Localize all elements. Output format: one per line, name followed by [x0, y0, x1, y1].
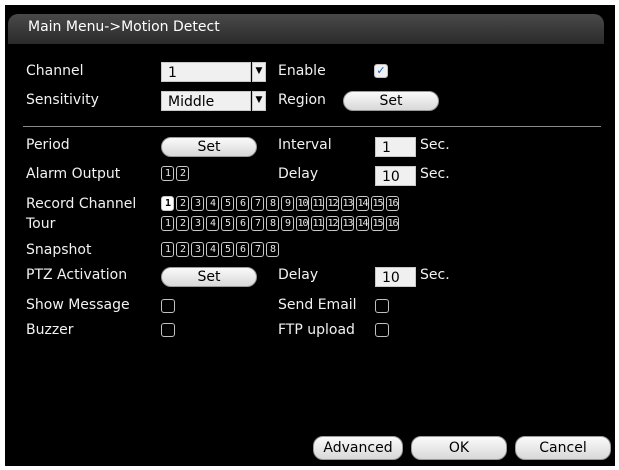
send-email-label: Send Email — [278, 297, 357, 313]
checkmark-icon: ✓ — [376, 64, 386, 77]
enable-checkbox[interactable]: ✓ — [374, 64, 388, 78]
tour-channel-3[interactable]: 3 — [191, 216, 204, 231]
buzzer-label: Buzzer — [26, 322, 74, 338]
alarm-output-2[interactable]: 2 — [176, 166, 189, 181]
snapshot-channel-4[interactable]: 4 — [206, 242, 219, 257]
record-channel-9[interactable]: 9 — [281, 196, 294, 211]
period-set-button[interactable]: Set — [161, 137, 257, 157]
record-channel-14[interactable]: 14 — [356, 196, 369, 211]
chevron-down-icon[interactable]: ▼ — [252, 91, 266, 111]
alarm-output-1[interactable]: 1 — [161, 166, 174, 181]
cancel-button[interactable]: Cancel — [515, 436, 611, 460]
advanced-button[interactable]: Advanced — [313, 436, 403, 460]
buzzer-checkbox[interactable] — [161, 323, 175, 337]
tour-channel-14[interactable]: 14 — [356, 216, 369, 231]
tour-channel-11[interactable]: 11 — [311, 216, 324, 231]
record-channel-11[interactable]: 11 — [311, 196, 324, 211]
tour-channel-2[interactable]: 2 — [176, 216, 189, 231]
snapshot-channel-list: 12345678 — [161, 242, 279, 257]
tour-channel-6[interactable]: 6 — [236, 216, 249, 231]
snapshot-channel-3[interactable]: 3 — [191, 242, 204, 257]
ptz-delay-input[interactable]: 10 — [375, 267, 416, 287]
ptz-delay-unit: Sec. — [420, 267, 450, 283]
record-channel-12[interactable]: 12 — [326, 196, 339, 211]
record-channel-4[interactable]: 4 — [206, 196, 219, 211]
record-channel-label: Record Channel — [26, 196, 137, 212]
snapshot-channel-7[interactable]: 7 — [251, 242, 264, 257]
tour-channel-16[interactable]: 16 — [386, 216, 399, 231]
show-message-checkbox[interactable] — [161, 299, 175, 313]
snapshot-channel-5[interactable]: 5 — [221, 242, 234, 257]
sensitivity-label: Sensitivity — [26, 92, 99, 108]
record-channel-5[interactable]: 5 — [221, 196, 234, 211]
snapshot-channel-8[interactable]: 8 — [266, 242, 279, 257]
ptz-delay-label: Delay — [278, 267, 319, 283]
ptz-activation-label: PTZ Activation — [26, 267, 128, 283]
snapshot-label: Snapshot — [26, 242, 92, 258]
send-email-checkbox[interactable] — [375, 299, 389, 313]
tour-channel-list: 1 2 3 4 5 6 7 8 9 10 11 12 13 14 15 16 — [161, 216, 399, 231]
region-set-button[interactable]: Set — [343, 91, 439, 111]
ptz-set-button[interactable]: Set — [161, 267, 257, 287]
record-channel-8[interactable]: 8 — [266, 196, 279, 211]
ok-button[interactable]: OK — [411, 436, 507, 460]
tour-channel-4[interactable]: 4 — [206, 216, 219, 231]
snapshot-channel-6[interactable]: 6 — [236, 242, 249, 257]
channel-label: Channel — [26, 63, 84, 79]
interval-input[interactable]: 1 — [375, 137, 416, 157]
record-channel-7[interactable]: 7 — [251, 196, 264, 211]
tour-channel-10[interactable]: 10 — [296, 216, 309, 231]
channel-select[interactable]: 1 — [161, 62, 251, 82]
window-title: Main Menu->Motion Detect — [28, 19, 220, 35]
sensitivity-select[interactable]: Middle — [161, 91, 251, 111]
record-channel-3[interactable]: 3 — [191, 196, 204, 211]
delay-unit: Sec. — [420, 166, 450, 182]
tour-channel-8[interactable]: 8 — [266, 216, 279, 231]
record-channel-1[interactable]: 1 — [161, 196, 174, 211]
record-channel-15[interactable]: 15 — [371, 196, 384, 211]
interval-label: Interval — [278, 137, 332, 153]
tour-channel-15[interactable]: 15 — [371, 216, 384, 231]
interval-unit: Sec. — [420, 137, 450, 153]
delay-input[interactable]: 10 — [375, 166, 416, 186]
record-channel-6[interactable]: 6 — [236, 196, 249, 211]
alarm-output-channels: 1 2 — [161, 166, 189, 181]
snapshot-channel-1[interactable]: 1 — [161, 242, 174, 257]
record-channel-13[interactable]: 13 — [341, 196, 354, 211]
ftp-upload-checkbox[interactable] — [375, 323, 389, 337]
tour-channel-1[interactable]: 1 — [161, 216, 174, 231]
divider — [23, 126, 601, 127]
chevron-down-icon[interactable]: ▼ — [252, 62, 266, 82]
settings-panel — [8, 47, 604, 465]
record-channel-16[interactable]: 16 — [386, 196, 399, 211]
record-channel-10[interactable]: 10 — [296, 196, 309, 211]
tour-channel-9[interactable]: 9 — [281, 216, 294, 231]
snapshot-channel-2[interactable]: 2 — [176, 242, 189, 257]
tour-channel-12[interactable]: 12 — [326, 216, 339, 231]
period-label: Period — [26, 137, 70, 153]
show-message-label: Show Message — [26, 297, 130, 313]
title-bar: Main Menu->Motion Detect — [8, 14, 604, 44]
tour-channel-5[interactable]: 5 — [221, 216, 234, 231]
alarm-output-label: Alarm Output — [26, 166, 121, 182]
record-channel-2[interactable]: 2 — [176, 196, 189, 211]
tour-label: Tour — [26, 216, 56, 232]
delay-label: Delay — [278, 166, 319, 182]
region-label: Region — [278, 92, 326, 108]
enable-label: Enable — [278, 63, 326, 79]
record-channel-list: 1 2 3 4 5 6 7 8 9 10 11 12 13 14 15 16 — [161, 196, 399, 211]
tour-channel-7[interactable]: 7 — [251, 216, 264, 231]
ftp-upload-label: FTP upload — [278, 322, 355, 338]
tour-channel-13[interactable]: 13 — [341, 216, 354, 231]
